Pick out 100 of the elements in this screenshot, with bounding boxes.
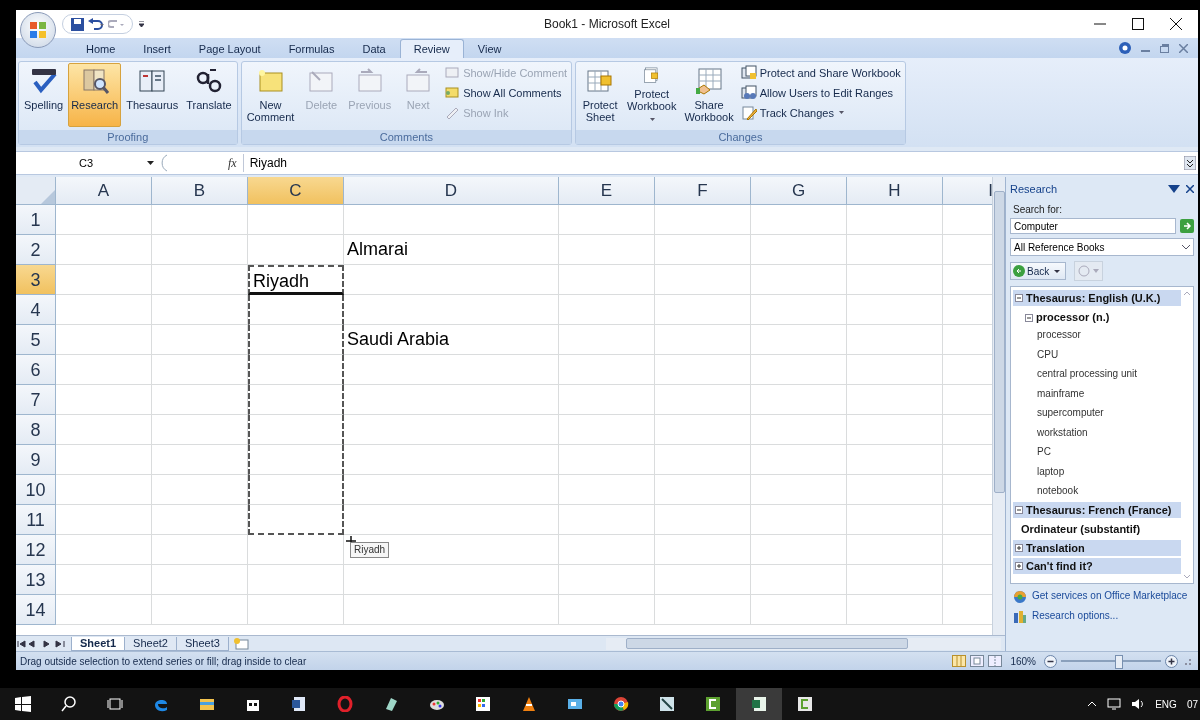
close-icon[interactable] [1186, 185, 1194, 193]
language-indicator[interactable]: ENG [1155, 698, 1177, 710]
restore-icon[interactable] [1160, 43, 1169, 53]
horizontal-scrollbar[interactable] [606, 637, 1001, 650]
column-header[interactable]: F [655, 177, 751, 205]
collapse-icon[interactable] [1015, 505, 1023, 514]
grid-cell[interactable]: Almarai [344, 235, 559, 265]
collapse-icon[interactable] [1025, 314, 1033, 322]
row-header[interactable]: 7 [16, 385, 56, 415]
column-header[interactable]: A [56, 177, 152, 205]
save-icon[interactable] [71, 17, 84, 31]
grid-cell[interactable] [248, 295, 344, 325]
ribbon-button[interactable]: Share Workbook [681, 63, 737, 127]
grid-cell[interactable] [248, 385, 344, 415]
row-header[interactable]: 6 [16, 355, 56, 385]
row-header[interactable]: 14 [16, 595, 56, 625]
synonym-link[interactable]: notebook [1037, 481, 1183, 501]
clock-text[interactable]: 07 [1186, 698, 1198, 710]
row-header[interactable]: 4 [16, 295, 56, 325]
ribbon-button[interactable]: Research [68, 63, 122, 127]
sheet-tab[interactable]: Sheet1 [71, 636, 126, 651]
ribbon-tab[interactable]: Formulas [274, 39, 349, 58]
synonym-link[interactable]: mainframe [1037, 383, 1183, 403]
sense-heading[interactable]: processor (n.) [1036, 311, 1110, 323]
pane-menu-icon[interactable] [1168, 185, 1180, 193]
sheet-tab[interactable]: Sheet3 [175, 636, 229, 651]
synonym-link[interactable]: supercomputer [1037, 403, 1183, 423]
synonym-link[interactable]: laptop [1037, 461, 1183, 481]
chevron-up-icon[interactable] [1087, 701, 1098, 707]
column-header[interactable]: G [751, 177, 847, 205]
close-icon[interactable] [1170, 18, 1182, 30]
row-header[interactable]: 11 [16, 505, 56, 535]
ribbon-button[interactable]: New Comment [243, 63, 298, 127]
row-header[interactable]: 5 [16, 325, 56, 355]
insert-function-button[interactable]: fx [228, 155, 237, 171]
expand-icon[interactable] [1015, 561, 1023, 570]
ribbon-tab[interactable]: Data [348, 39, 400, 58]
ribbon-tab[interactable]: Insert [129, 39, 185, 58]
column-header[interactable]: E [559, 177, 655, 205]
column-header[interactable]: C [248, 177, 344, 205]
row-header[interactable]: 9 [16, 445, 56, 475]
row-header[interactable]: 10 [16, 475, 56, 505]
synonym-link[interactable]: central processing unit [1037, 364, 1183, 384]
column-header[interactable]: B [152, 177, 248, 205]
synonym-link[interactable]: PC [1037, 442, 1183, 462]
scroll-up-icon[interactable] [1183, 291, 1191, 296]
insert-sheet-icon[interactable] [232, 637, 249, 650]
row-header[interactable]: 8 [16, 415, 56, 445]
maximize-icon[interactable] [1132, 18, 1144, 30]
research-options-link[interactable]: Research options... [1013, 610, 1194, 624]
taskbar-button[interactable] [736, 688, 782, 720]
resize-grip-icon[interactable] [1182, 656, 1192, 666]
customize-toolbar-icon[interactable] [139, 20, 144, 28]
grid-cell[interactable] [248, 475, 344, 505]
grid-cell[interactable]: Saudi Arabia [344, 325, 559, 355]
synonym-link[interactable]: workstation [1037, 422, 1183, 442]
result-entry[interactable]: Ordinateur (substantif) [1021, 522, 1183, 535]
search-field[interactable]: Computer [1010, 218, 1176, 234]
zoom-out-icon[interactable] [1044, 654, 1057, 668]
row-header[interactable]: 13 [16, 565, 56, 595]
ribbon-tab[interactable]: Home [72, 39, 130, 58]
ribbon-button[interactable]: Show All Comments [442, 84, 570, 101]
grid-cell[interactable] [248, 415, 344, 445]
synonym-link[interactable]: processor [1037, 325, 1183, 345]
vertical-scrollbar[interactable] [992, 177, 1005, 635]
marketplace-link[interactable]: Get services on Office Marketplace [1013, 590, 1194, 604]
grid-cell[interactable] [248, 505, 344, 535]
ribbon-button[interactable]: Protect and Share Workbook [738, 64, 903, 81]
ribbon-button[interactable]: Thesaurus [123, 63, 182, 127]
grid-cell[interactable] [248, 325, 344, 355]
grid-cell[interactable] [248, 445, 344, 475]
help-icon[interactable] [1119, 42, 1131, 54]
back-button[interactable]: Back [1010, 262, 1067, 280]
column-header[interactable]: I [943, 177, 992, 205]
zoom-slider-thumb[interactable] [1115, 655, 1123, 669]
expand-icon[interactable] [1015, 543, 1023, 552]
grid-cell[interactable]: Riyadh [248, 265, 344, 295]
ribbon-button[interactable]: Protect Sheet [578, 63, 623, 127]
collapse-icon[interactable] [1015, 294, 1023, 302]
ribbon-button[interactable]: Allow Users to Edit Ranges [738, 84, 903, 101]
row-header[interactable]: 3 [16, 265, 56, 295]
column-header[interactable]: D [344, 177, 559, 205]
ribbon-tab[interactable]: View [463, 39, 516, 58]
grid-cell[interactable] [248, 355, 344, 385]
row-header[interactable]: 1 [16, 205, 56, 235]
undo-icon[interactable] [88, 18, 104, 30]
expand-formula-bar-icon[interactable] [1184, 156, 1196, 170]
ribbon-tab[interactable]: Review [399, 39, 464, 58]
network-icon[interactable] [1107, 698, 1122, 710]
ribbon-button[interactable]: Track Changes [738, 104, 903, 121]
page-break-icon[interactable] [988, 655, 1003, 667]
forward-button[interactable] [1074, 261, 1104, 281]
speaker-icon[interactable] [1131, 698, 1146, 710]
sheet-tab[interactable]: Sheet2 [124, 636, 177, 651]
ribbon-tab[interactable]: Page Layout [184, 39, 275, 58]
zoom-in-icon[interactable] [1165, 654, 1178, 668]
row-header[interactable]: 12 [16, 535, 56, 565]
normal-view-icon[interactable] [952, 655, 967, 667]
column-header[interactable]: H [847, 177, 943, 205]
office-button[interactable] [20, 12, 56, 48]
